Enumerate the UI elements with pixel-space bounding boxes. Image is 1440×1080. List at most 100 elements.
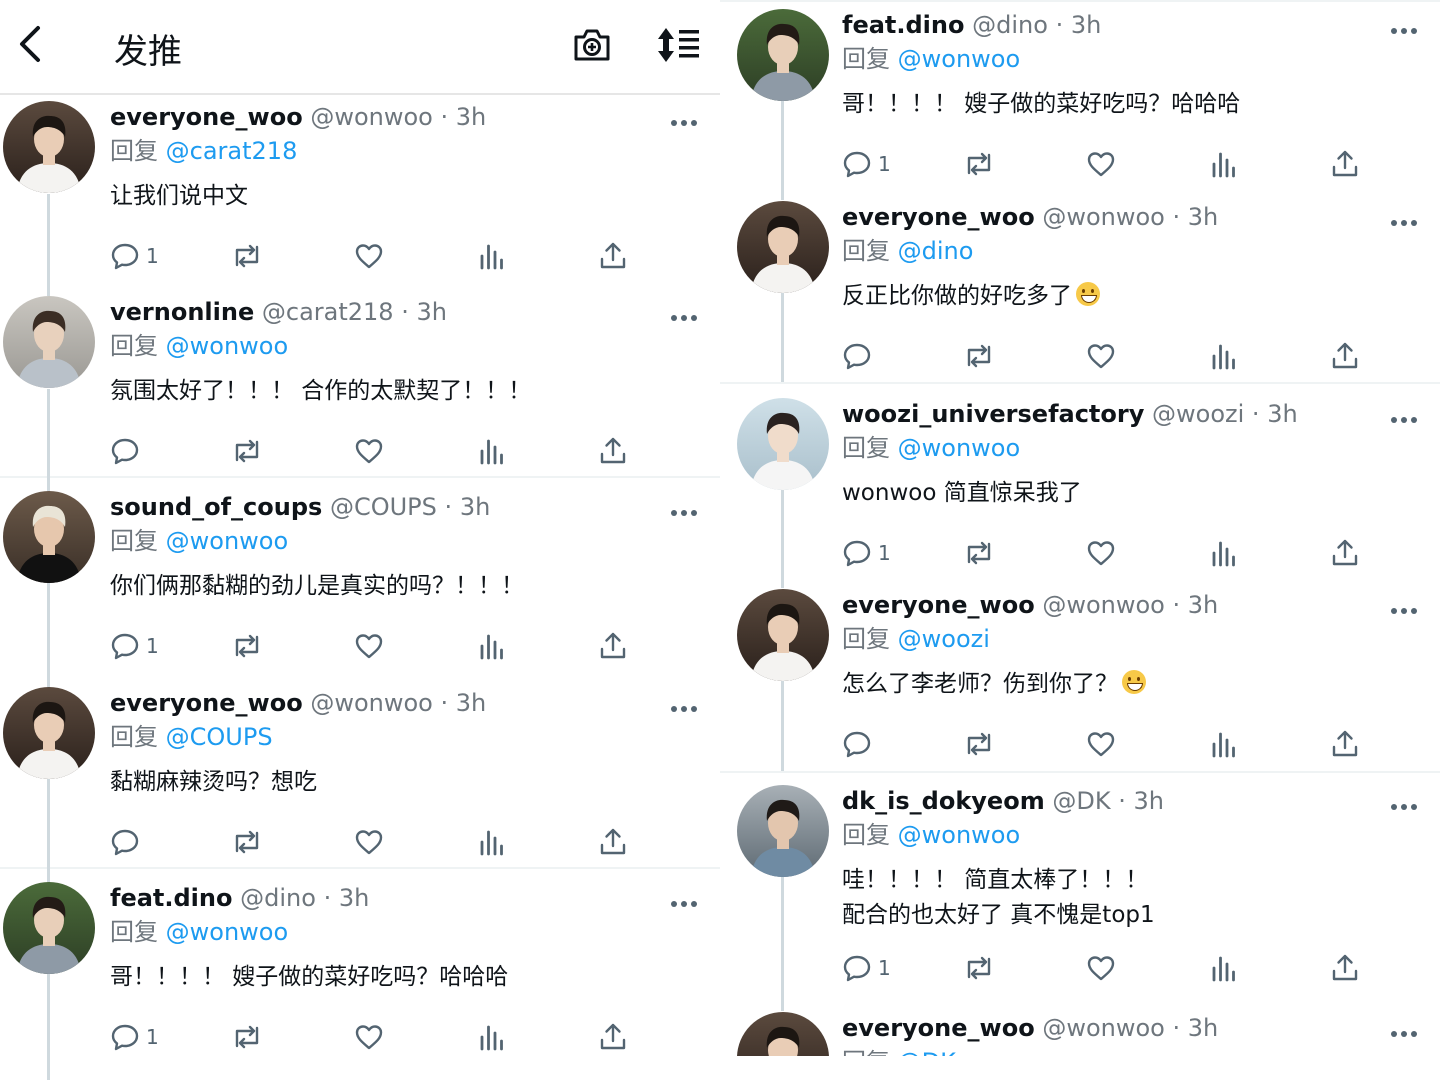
retweet-button[interactable] xyxy=(230,825,264,859)
share-button[interactable] xyxy=(1330,951,1360,985)
reply-button[interactable]: 1 xyxy=(842,536,891,570)
sort-replies-button[interactable] xyxy=(654,26,702,64)
avatar[interactable] xyxy=(3,101,95,193)
timestamp[interactable]: 3h xyxy=(456,689,486,717)
like-button[interactable] xyxy=(1086,727,1116,761)
share-button[interactable] xyxy=(598,434,628,468)
reply-button[interactable]: 1 xyxy=(842,951,891,985)
user-handle[interactable]: @woozi xyxy=(1152,400,1244,428)
mention-link[interactable]: @COUPS xyxy=(166,723,273,751)
mention-link[interactable]: @wonwoo xyxy=(166,918,289,946)
more-options-button[interactable] xyxy=(670,503,698,516)
retweet-button[interactable] xyxy=(230,629,264,663)
views-button[interactable] xyxy=(478,629,506,663)
mention-link[interactable]: @DK xyxy=(898,1048,956,1056)
timestamp[interactable]: 3h xyxy=(1188,591,1218,619)
retweet-button[interactable] xyxy=(962,147,996,181)
reply-button[interactable]: 1 xyxy=(110,1020,159,1054)
timestamp[interactable]: 3h xyxy=(1188,203,1218,231)
like-button[interactable] xyxy=(1086,339,1116,373)
avatar[interactable] xyxy=(737,9,829,101)
user-handle[interactable]: @wonwoo xyxy=(1042,1014,1165,1042)
avatar[interactable] xyxy=(3,687,95,779)
display-name[interactable]: everyone_woo xyxy=(110,103,303,131)
share-button[interactable] xyxy=(1330,147,1360,181)
mention-link[interactable]: @wonwoo xyxy=(166,527,289,555)
like-button[interactable] xyxy=(354,239,384,273)
like-button[interactable] xyxy=(354,1020,384,1054)
display-name[interactable]: feat.dino xyxy=(110,884,232,912)
more-options-button[interactable] xyxy=(1390,213,1418,226)
more-options-button[interactable] xyxy=(1390,410,1418,423)
reply-button[interactable] xyxy=(842,727,878,761)
more-options-button[interactable] xyxy=(670,699,698,712)
avatar[interactable] xyxy=(3,882,95,974)
more-options-button[interactable] xyxy=(1390,21,1418,34)
display-name[interactable]: woozi_universefactory xyxy=(842,400,1144,428)
display-name[interactable]: dk_is_dokyeom xyxy=(842,787,1045,815)
avatar[interactable] xyxy=(3,491,95,583)
avatar[interactable] xyxy=(737,398,829,490)
retweet-button[interactable] xyxy=(230,239,264,273)
more-options-button[interactable] xyxy=(1390,797,1418,810)
share-button[interactable] xyxy=(598,825,628,859)
avatar[interactable] xyxy=(737,1012,829,1056)
views-button[interactable] xyxy=(478,825,506,859)
reply-button[interactable] xyxy=(110,434,146,468)
avatar[interactable] xyxy=(737,785,829,877)
avatar[interactable] xyxy=(737,201,829,293)
share-button[interactable] xyxy=(1330,536,1360,570)
user-handle[interactable]: @wonwoo xyxy=(310,103,433,131)
user-handle[interactable]: @COUPS xyxy=(330,493,437,521)
camera-button[interactable] xyxy=(572,26,612,64)
display-name[interactable]: everyone_woo xyxy=(842,1014,1035,1042)
like-button[interactable] xyxy=(1086,536,1116,570)
user-handle[interactable]: @wonwoo xyxy=(1042,203,1165,231)
like-button[interactable] xyxy=(354,629,384,663)
timestamp[interactable]: 3h xyxy=(339,884,369,912)
more-options-button[interactable] xyxy=(670,113,698,126)
retweet-button[interactable] xyxy=(962,951,996,985)
more-options-button[interactable] xyxy=(670,894,698,907)
reply-button[interactable]: 1 xyxy=(842,147,891,181)
timestamp[interactable]: 3h xyxy=(456,103,486,131)
more-options-button[interactable] xyxy=(1390,601,1418,614)
mention-link[interactable]: @wonwoo xyxy=(898,45,1021,73)
back-button[interactable] xyxy=(10,22,50,66)
mention-link[interactable]: @woozi xyxy=(898,625,990,653)
views-button[interactable] xyxy=(1210,147,1238,181)
retweet-button[interactable] xyxy=(962,536,996,570)
user-handle[interactable]: @carat218 xyxy=(262,298,394,326)
reply-button[interactable] xyxy=(842,339,878,373)
display-name[interactable]: feat.dino xyxy=(842,11,964,39)
reply-button[interactable]: 1 xyxy=(110,629,159,663)
share-button[interactable] xyxy=(598,629,628,663)
share-button[interactable] xyxy=(598,1020,628,1054)
share-button[interactable] xyxy=(598,239,628,273)
reply-button[interactable]: 1 xyxy=(110,239,159,273)
user-handle[interactable]: @dino xyxy=(972,11,1048,39)
more-options-button[interactable] xyxy=(1390,1024,1418,1037)
user-handle[interactable]: @wonwoo xyxy=(310,689,433,717)
like-button[interactable] xyxy=(354,825,384,859)
display-name[interactable]: everyone_woo xyxy=(842,591,1035,619)
retweet-button[interactable] xyxy=(962,727,996,761)
retweet-button[interactable] xyxy=(230,1020,264,1054)
timestamp[interactable]: 3h xyxy=(1267,400,1297,428)
timestamp[interactable]: 3h xyxy=(1071,11,1101,39)
mention-link[interactable]: @dino xyxy=(898,237,974,265)
timestamp[interactable]: 3h xyxy=(1188,1014,1218,1042)
display-name[interactable]: everyone_woo xyxy=(110,689,303,717)
timestamp[interactable]: 3h xyxy=(460,493,490,521)
share-button[interactable] xyxy=(1330,339,1360,373)
views-button[interactable] xyxy=(1210,727,1238,761)
timestamp[interactable]: 3h xyxy=(417,298,447,326)
views-button[interactable] xyxy=(478,1020,506,1054)
mention-link[interactable]: @carat218 xyxy=(166,137,298,165)
views-button[interactable] xyxy=(1210,951,1238,985)
mention-link[interactable]: @wonwoo xyxy=(898,821,1021,849)
retweet-button[interactable] xyxy=(230,434,264,468)
views-button[interactable] xyxy=(1210,536,1238,570)
avatar[interactable] xyxy=(737,589,829,681)
user-handle[interactable]: @dino xyxy=(240,884,316,912)
